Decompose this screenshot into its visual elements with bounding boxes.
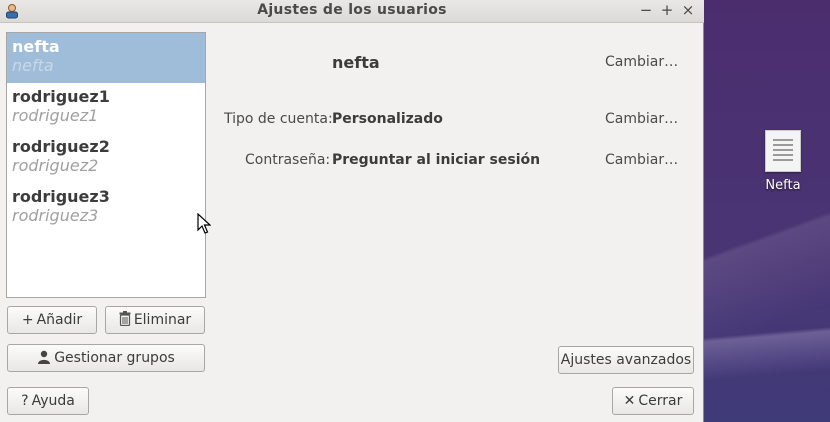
remove-user-label: Eliminar [133, 312, 192, 328]
users-settings-window: Ajustes de los usuarios − + × nefta neft… [0, 0, 704, 422]
change-name-button[interactable]: Cambiar… [605, 54, 678, 70]
close-icon[interactable]: × [679, 1, 697, 19]
user-name: rodriguez1 [12, 87, 110, 106]
person-icon [38, 350, 51, 364]
user-item-nefta[interactable]: nefta nefta [7, 33, 205, 83]
password-value: Preguntar al iniciar sesión [332, 152, 541, 168]
trash-icon [119, 311, 131, 327]
close-label: Cerrar [638, 393, 683, 409]
help-button[interactable]: ? Ayuda [7, 387, 89, 415]
desktop-background: Nefta [704, 0, 830, 422]
plus-icon: + [21, 312, 34, 328]
user-item-rodriguez2[interactable]: rodriguez2 rodriguez2 [7, 133, 205, 183]
user-name: rodriguez3 [12, 187, 110, 206]
help-icon: ? [21, 393, 29, 409]
user-fullname: rodriguez2 [12, 156, 99, 175]
minimize-icon[interactable]: − [637, 1, 655, 19]
user-list[interactable]: nefta nefta rodriguez1 rodriguez1 rodrig… [6, 32, 206, 298]
help-label: Ayuda [31, 393, 75, 409]
mouse-cursor-icon [197, 213, 211, 234]
user-item-rodriguez1[interactable]: rodriguez1 rodriguez1 [7, 83, 205, 133]
close-button[interactable]: ✕ Cerrar [612, 387, 694, 415]
add-user-button[interactable]: + Añadir [7, 306, 97, 334]
maximize-icon[interactable]: + [658, 1, 676, 19]
advanced-settings-button[interactable]: Ajustes avanzados [558, 346, 694, 374]
remove-user-button[interactable]: Eliminar [105, 306, 205, 334]
user-fullname: nefta [12, 56, 54, 75]
manage-groups-button[interactable]: Gestionar grupos [7, 344, 205, 372]
add-user-label: Añadir [36, 312, 83, 328]
user-fullname: rodriguez1 [12, 106, 99, 125]
close-x-icon: ✕ [623, 393, 636, 409]
account-type-value: Personalizado [332, 111, 443, 127]
change-account-type-button[interactable]: Cambiar… [605, 111, 678, 127]
change-password-button[interactable]: Cambiar… [605, 152, 678, 168]
window-title: Ajustes de los usuarios [257, 2, 447, 18]
user-name: rodriguez2 [12, 137, 110, 156]
desktop-file-nefta[interactable]: Nefta [756, 130, 810, 193]
desktop-file-label: Nefta [765, 178, 801, 193]
titlebar[interactable]: Ajustes de los usuarios − + × [0, 0, 704, 23]
user-name: nefta [12, 37, 60, 56]
user-item-rodriguez3[interactable]: rodriguez3 rodriguez3 [7, 183, 205, 233]
manage-groups-label: Gestionar grupos [54, 350, 175, 366]
account-type-label: Tipo de cuenta: [224, 111, 333, 127]
account-name: nefta [332, 53, 380, 72]
password-label: Contraseña: [245, 152, 331, 168]
text-file-icon [765, 130, 801, 172]
user-fullname: rodriguez3 [12, 206, 99, 225]
